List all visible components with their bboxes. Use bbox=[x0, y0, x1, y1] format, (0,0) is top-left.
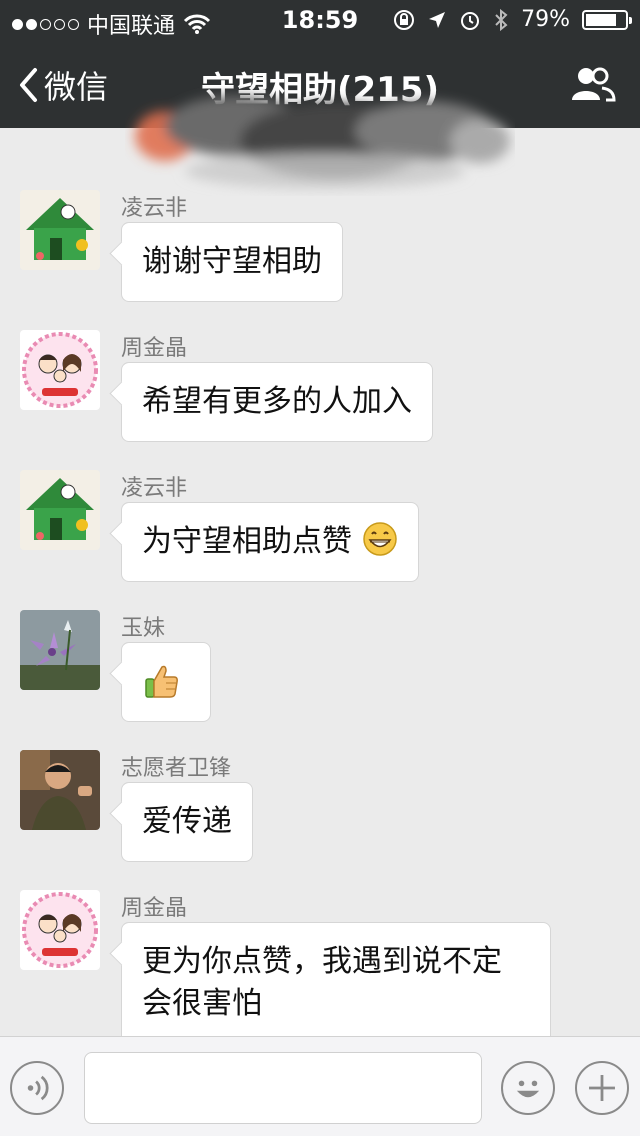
alarm-icon bbox=[461, 11, 480, 30]
message-text: 爱传递 bbox=[142, 804, 232, 839]
message-text-line: 会很害怕 bbox=[142, 986, 262, 1021]
message-text-line: 更为你点赞，我遇到说不定 bbox=[142, 944, 502, 979]
status-bar: 中国联通 18:59 79% bbox=[0, 0, 640, 42]
message-bubble[interactable]: 谢谢守望相助 bbox=[121, 222, 343, 302]
thumbs-up-emoji-icon bbox=[145, 665, 178, 698]
sender-name: 周金晶 bbox=[121, 896, 188, 921]
house-avatar-icon bbox=[20, 470, 100, 550]
location-arrow-icon bbox=[429, 11, 446, 28]
nav-bar: 微信 守望相助(215) bbox=[0, 42, 640, 128]
sender-name: 周金晶 bbox=[121, 336, 188, 361]
message-text: 希望有更多的人加入 bbox=[142, 384, 412, 419]
sender-name: 凌云非 bbox=[121, 476, 188, 501]
avatar[interactable] bbox=[20, 330, 100, 410]
family-avatar-icon bbox=[20, 330, 100, 410]
bluetooth-icon bbox=[495, 8, 508, 31]
sender-name: 志愿者卫锋 bbox=[121, 756, 232, 781]
avatar[interactable] bbox=[20, 610, 100, 690]
voice-input-icon[interactable] bbox=[10, 1061, 64, 1115]
battery-icon bbox=[582, 9, 632, 30]
message-bubble[interactable]: 希望有更多的人加入 bbox=[121, 362, 433, 442]
sender-name: 玉妹 bbox=[121, 616, 166, 641]
top-header: 中国联通 18:59 79% 微信 守望相助(215) bbox=[0, 0, 640, 128]
avatar[interactable] bbox=[20, 470, 100, 550]
message-bubble[interactable]: 更为你点赞，我遇到说不定 会很害怕 bbox=[121, 922, 551, 1036]
orientation-lock-icon bbox=[394, 9, 415, 30]
message-input[interactable] bbox=[84, 1052, 482, 1124]
avatar[interactable] bbox=[20, 890, 100, 970]
man-avatar-icon bbox=[20, 750, 100, 830]
plus-icon[interactable] bbox=[575, 1061, 629, 1115]
grin-emoji-icon bbox=[362, 522, 397, 556]
flower-avatar-icon bbox=[20, 610, 100, 690]
message-bubble[interactable]: 爱传递 bbox=[121, 782, 253, 862]
battery-percent: 79% bbox=[521, 7, 570, 32]
chat-messages[interactable]: 凌云非 谢谢守望相助 周金晶 希望有更多的人加入 凌云非 为守望相助点赞 玉妹 … bbox=[0, 128, 640, 1036]
message-bubble[interactable]: 为守望相助点赞 bbox=[121, 502, 419, 582]
battery-fill bbox=[586, 13, 616, 26]
avatar[interactable] bbox=[20, 190, 100, 270]
family-avatar-icon bbox=[20, 890, 100, 970]
chat-title: 守望相助(215) bbox=[200, 70, 440, 110]
message-text: 为守望相助点赞 bbox=[142, 524, 352, 559]
avatar[interactable] bbox=[20, 750, 100, 830]
message-bubble[interactable] bbox=[121, 642, 211, 722]
house-avatar-icon bbox=[20, 190, 100, 270]
message-text: 谢谢守望相助 bbox=[142, 244, 322, 279]
status-right: 79% bbox=[393, 7, 632, 32]
group-members-icon[interactable] bbox=[570, 64, 616, 104]
input-bar bbox=[0, 1036, 640, 1136]
sender-name: 凌云非 bbox=[121, 196, 188, 221]
emoji-picker-icon[interactable] bbox=[501, 1061, 555, 1115]
